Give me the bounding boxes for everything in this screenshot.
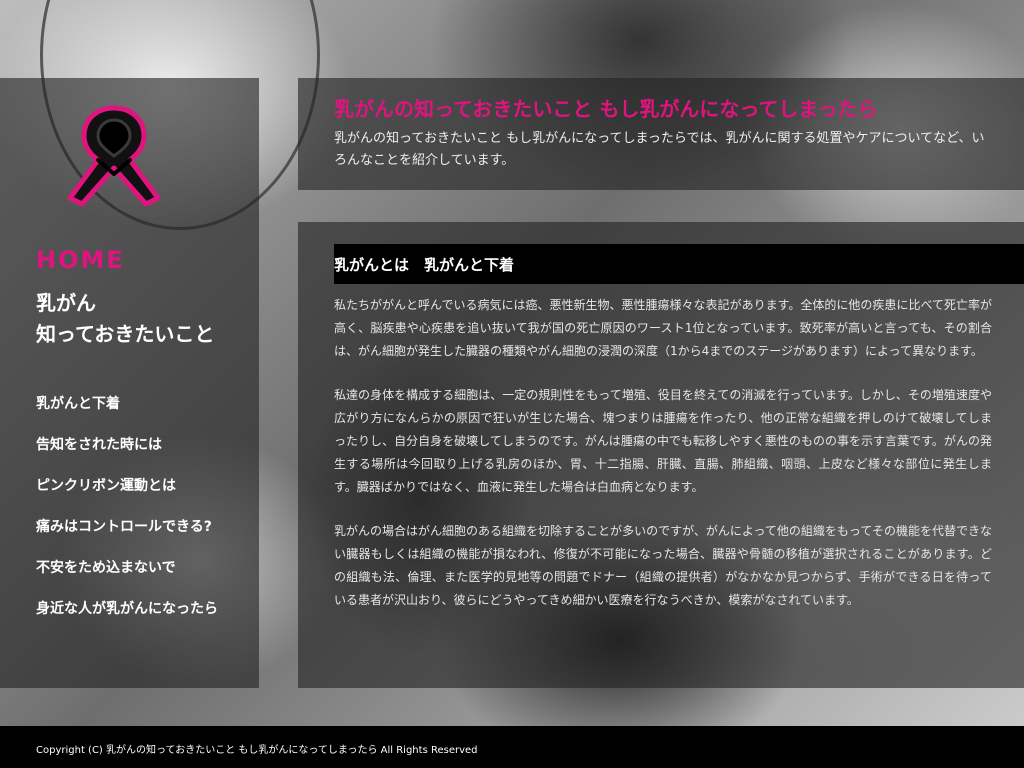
- nav-item-pain-control[interactable]: 痛みはコントロールできる?: [36, 513, 218, 554]
- nav-item-anxiety[interactable]: 不安をため込まないで: [36, 554, 218, 595]
- main-content: 乳がんとは 乳がんと下着 私たちががんと呼んでいる病気には癌、悪性新生物、悪性腫…: [298, 222, 1024, 688]
- sidebar: HOME 乳がん 知っておきたいこと 乳がんと下着 告知をされた時には ピンクリ…: [0, 78, 259, 688]
- nav-item-diagnosis-notice[interactable]: 告知をされた時には: [36, 431, 218, 472]
- pink-ribbon-icon[interactable]: [58, 98, 170, 210]
- site-name: 乳がん 知っておきたいこと: [36, 288, 214, 350]
- article-paragraph: 私達の身体を構成する細胞は、一定の規則性をもって増殖、役目を終えての消滅を行って…: [334, 388, 992, 494]
- article-paragraph: 私たちががんと呼んでいる病気には癌、悪性新生物、悪性腫瘍様々な表記があります。全…: [334, 298, 992, 358]
- site-name-line1: 乳がん: [36, 291, 96, 315]
- sidebar-nav: 乳がんと下着 告知をされた時には ピンクリボン運動とは 痛みはコントロールできる…: [36, 390, 218, 636]
- footer: Copyright (C) 乳がんの知っておきたいこと もし乳がんになってしまっ…: [0, 726, 1024, 768]
- home-link[interactable]: HOME: [36, 246, 125, 274]
- site-title[interactable]: 乳がんの知っておきたいこと もし乳がんになってしまったら: [334, 93, 878, 122]
- site-name-line2: 知っておきたいこと: [36, 322, 215, 346]
- article-body: 私たちががんと呼んでいる病気には癌、悪性新生物、悪性腫瘍様々な表記があります。全…: [334, 294, 992, 634]
- nav-item-pink-ribbon[interactable]: ピンクリボン運動とは: [36, 472, 218, 513]
- site-description: 乳がんの知っておきたいこと もし乳がんになってしまったらでは、乳がんに関する処置…: [334, 131, 985, 168]
- section-heading-bar: 乳がんとは 乳がんと下着: [334, 244, 1024, 284]
- nav-item-close-person[interactable]: 身近な人が乳がんになったら: [36, 595, 218, 636]
- section-title: 乳がんとは 乳がんと下着: [334, 256, 515, 274]
- copyright-text: Copyright (C) 乳がんの知っておきたいこと もし乳がんになってしまっ…: [36, 745, 478, 756]
- nav-item-underwear[interactable]: 乳がんと下着: [36, 390, 218, 431]
- header: 乳がんの知っておきたいこと もし乳がんになってしまったら 乳がんの知っておきたい…: [298, 78, 1024, 190]
- article-paragraph: 乳がんの場合はがん細胞のある組織を切除することが多いのですが、がんによって他の組…: [334, 524, 992, 607]
